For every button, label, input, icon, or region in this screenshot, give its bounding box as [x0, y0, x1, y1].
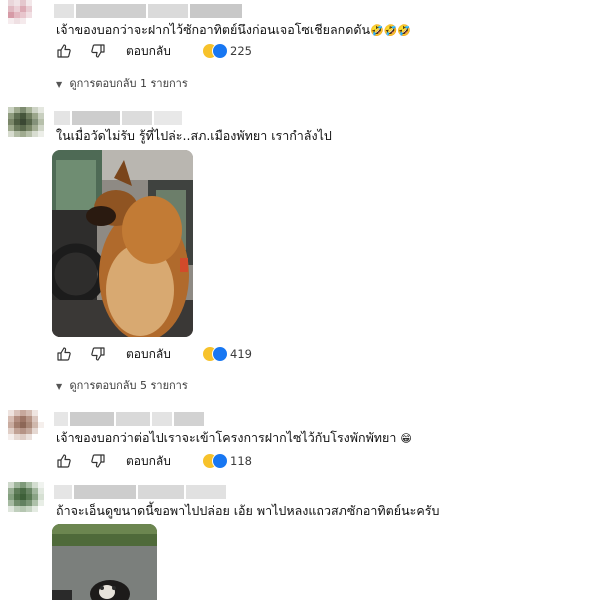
like-reaction-icon — [212, 346, 228, 362]
thumbs-up-icon[interactable] — [56, 453, 72, 469]
username-blurred[interactable] — [54, 111, 182, 125]
username-blurred[interactable] — [54, 412, 204, 426]
comment-body: เจ้าของบอกว่าต่อไปเราจะเข้าโครงการฝากไซไ… — [56, 430, 397, 445]
chevron-down-icon: ▼ — [56, 382, 63, 391]
emoji: 😁 — [400, 432, 412, 445]
reaction-count: 419 — [230, 347, 252, 361]
thumbs-up-icon[interactable] — [56, 43, 72, 59]
reactions[interactable] — [202, 453, 232, 469]
comment-body: ในเมื่อวัดไม่รับ รู้ที่ไปล่ะ..สภ.เมืองพั… — [56, 128, 332, 143]
thumbs-down-icon[interactable] — [90, 43, 106, 59]
comment-text: ในเมื่อวัดไม่รับ รู้ที่ไปล่ะ..สภ.เมืองพั… — [56, 128, 332, 144]
emoji: 🤣🤣🤣 — [370, 24, 412, 37]
like-reaction-icon — [212, 453, 228, 469]
reaction-count: 118 — [230, 454, 252, 468]
comment-text: ถ้าจะเอ็นดูขนาดนี้ขอพาไปปล่อย เอ้ย พาไปห… — [56, 503, 439, 519]
thumbs-up-icon[interactable] — [56, 346, 72, 362]
comment-text: เจ้าของบอกว่าจะฝากไว้ซักอาทิตย์นึงก่อนเจ… — [56, 22, 411, 39]
avatar[interactable] — [8, 107, 44, 143]
view-replies-link[interactable]: ▼ ดูการตอบกลับ 1 รายการ — [56, 77, 188, 92]
comment-text: เจ้าของบอกว่าต่อไปเราจะเข้าโครงการฝากไซไ… — [56, 430, 412, 447]
view-replies-link[interactable]: ▼ ดูการตอบกลับ 5 รายการ — [56, 379, 188, 394]
comment-body: เจ้าของบอกว่าจะฝากไว้ซักอาทิตย์นึงก่อนเจ… — [56, 22, 370, 37]
reply-button[interactable]: ตอบกลับ — [126, 346, 171, 362]
comment-actions: ตอบกลับ 225 — [56, 43, 476, 61]
avatar[interactable] — [8, 410, 44, 446]
chevron-down-icon: ▼ — [56, 80, 63, 89]
reactions[interactable] — [202, 43, 232, 59]
reply-button[interactable]: ตอบกลับ — [126, 43, 171, 59]
like-reaction-icon — [212, 43, 228, 59]
comment-photo[interactable] — [52, 524, 157, 600]
reactions[interactable] — [202, 346, 232, 362]
dog-in-car-image — [52, 150, 193, 337]
thumbs-down-icon[interactable] — [90, 453, 106, 469]
thumbs-down-icon[interactable] — [90, 346, 106, 362]
reply-button[interactable]: ตอบกลับ — [126, 453, 171, 469]
dog-outdoor-image — [52, 524, 157, 600]
comment-actions: ตอบกลับ 118 — [56, 453, 476, 471]
username-blurred[interactable] — [54, 4, 242, 18]
avatar[interactable] — [8, 0, 44, 36]
avatar[interactable] — [8, 482, 44, 518]
reaction-count: 225 — [230, 44, 252, 58]
username-blurred[interactable] — [54, 485, 226, 499]
replies-label: ดูการตอบกลับ 5 รายการ — [69, 379, 188, 392]
replies-label: ดูการตอบกลับ 1 รายการ — [69, 77, 188, 90]
comment-photo[interactable] — [52, 150, 193, 337]
comment-actions: ตอบกลับ 419 — [56, 346, 476, 364]
comment-body: ถ้าจะเอ็นดูขนาดนี้ขอพาไปปล่อย เอ้ย พาไปห… — [56, 503, 440, 518]
